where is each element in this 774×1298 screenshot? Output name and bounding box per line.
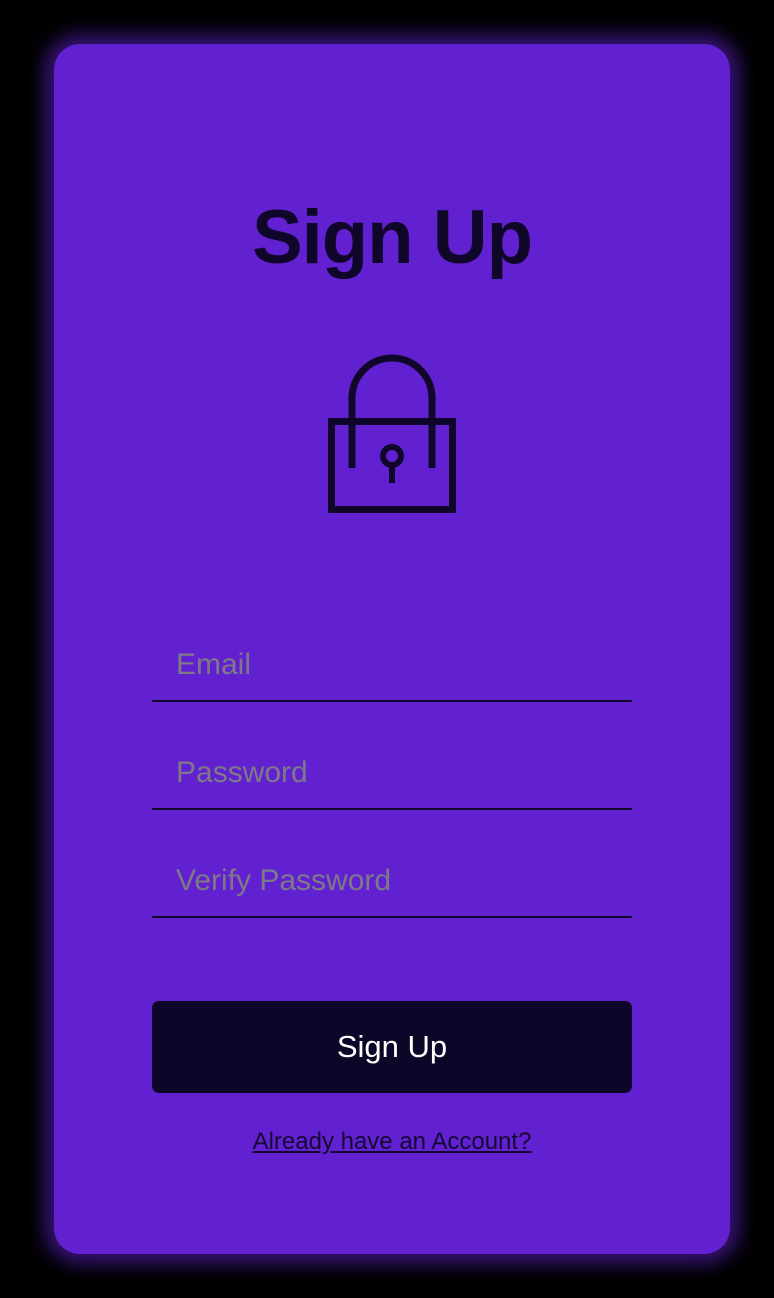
verify-password-field[interactable] [152,854,632,918]
signup-card: Sign Up Sign Up Already have an Account? [54,44,730,1254]
password-field[interactable] [152,746,632,810]
email-field[interactable] [152,638,632,702]
lock-icon [328,354,456,513]
sign-up-button[interactable]: Sign Up [152,1001,632,1093]
login-link[interactable]: Already have an Account? [54,1128,730,1156]
page-title: Sign Up [251,195,533,280]
